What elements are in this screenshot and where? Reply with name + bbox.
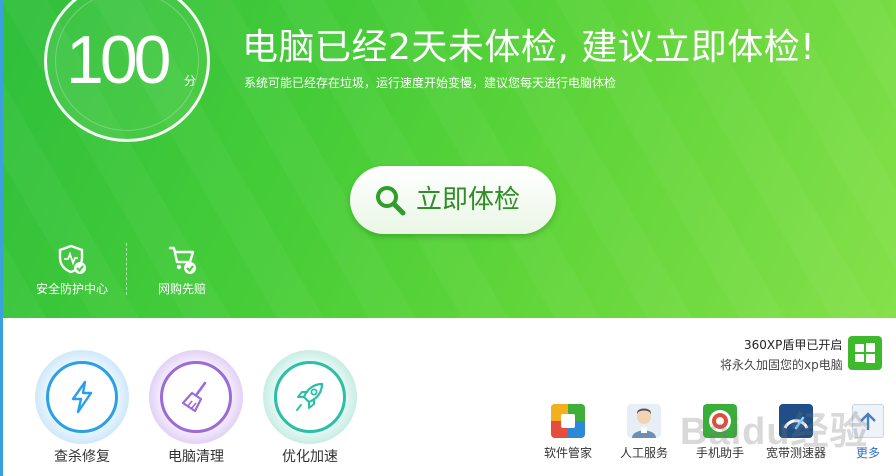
support-agent-button[interactable]: 人工服务 — [606, 404, 682, 461]
scan-repair-button[interactable]: 查杀修复 — [34, 350, 130, 466]
hero-banner: 100 分 电脑已经2天未体检, 建议立即体检! 系统可能已经存在垃圾，运行速度… — [0, 0, 896, 318]
software-manager-icon — [551, 404, 585, 438]
software-manager-button[interactable]: 软件管家 — [530, 404, 606, 461]
pc-cleanup-core — [160, 361, 232, 433]
xp-shield-button[interactable] — [848, 336, 882, 370]
security-center-label: 安全防护中心 — [35, 282, 108, 296]
pc-cleanup-button[interactable]: 电脑清理 — [148, 350, 244, 466]
xp-shield-title: 360XP盾甲已开启 — [744, 338, 843, 352]
optimize-speed-button[interactable]: 优化加速 — [262, 350, 358, 466]
subline: 系统可能已经存在垃圾，运行速度开始变慢，建议您每天进行电脑体检 — [244, 76, 617, 90]
software-manager-label: 软件管家 — [543, 446, 592, 460]
hero-divider — [126, 243, 127, 295]
baidu-watermark: Baidu经验 — [680, 411, 869, 453]
lightning-icon — [71, 380, 93, 414]
optimize-speed-halo — [263, 350, 357, 444]
scan-repair-core — [46, 361, 118, 433]
pc-cleanup-label: 电脑清理 — [168, 449, 224, 465]
score-unit: 分 — [184, 74, 197, 88]
rocket-icon — [296, 382, 324, 411]
score-value: 100 — [66, 22, 171, 98]
check-now-button[interactable]: 立即体检 — [350, 166, 556, 234]
security-center-button[interactable]: 安全防护中心 — [22, 244, 122, 297]
window-edge — [0, 0, 3, 476]
shopping-guarantee-label: 网购先赔 — [157, 282, 206, 296]
headline: 电脑已经2天未体检, 建议立即体检! — [242, 27, 816, 68]
scan-repair-halo — [35, 350, 129, 444]
optimize-speed-label: 优化加速 — [282, 449, 338, 465]
scan-repair-label: 查杀修复 — [54, 449, 110, 465]
windows-shield-icon — [855, 343, 875, 363]
pc-cleanup-halo — [149, 350, 243, 444]
optimize-speed-core — [274, 361, 346, 433]
support-agent-icon — [627, 404, 661, 438]
search-icon — [376, 186, 406, 216]
broom-icon — [181, 381, 207, 413]
check-now-label: 立即体检 — [416, 185, 521, 215]
shopping-cart-check-icon — [169, 246, 196, 274]
shield-check-icon — [58, 244, 86, 274]
xp-shield-subtitle: 将永久加固您的xp电脑 — [720, 358, 843, 372]
support-agent-label: 人工服务 — [619, 446, 668, 460]
shopping-guarantee-button[interactable]: 网购先赔 — [132, 244, 232, 297]
